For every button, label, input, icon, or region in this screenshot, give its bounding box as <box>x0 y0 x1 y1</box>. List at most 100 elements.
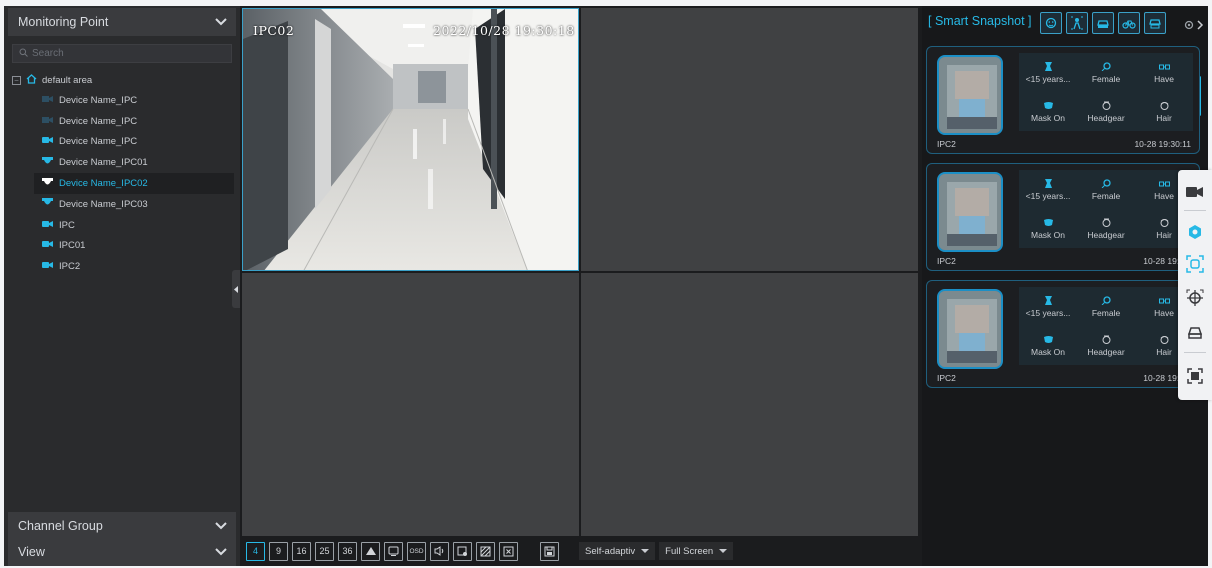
face-attributes: <15 years... Female Have Mask On Headgea… <box>1019 287 1193 365</box>
tree-item-device[interactable]: Device Name_IPC03 <box>12 194 236 215</box>
device-label: Device Name_IPC03 <box>59 198 148 210</box>
close-box-icon <box>503 546 514 556</box>
stream-mode-dropdown[interactable]: Self-adaptiv <box>579 542 656 560</box>
headgear-value: Headgear <box>1087 112 1125 123</box>
age-icon <box>1044 295 1052 305</box>
attr-gender: Female <box>1077 53 1135 92</box>
hair-value: Hair <box>1156 346 1172 357</box>
save-view-button[interactable] <box>540 541 559 561</box>
vehicle-dock-button[interactable] <box>1183 320 1207 344</box>
collapse-left-panel-button[interactable] <box>232 270 240 308</box>
glasses-value: Have <box>1154 307 1174 318</box>
attr-glasses: Have <box>1135 53 1193 92</box>
camera-icon <box>42 240 53 251</box>
face-icon <box>1045 17 1057 29</box>
chevron-down-icon <box>214 519 228 533</box>
custom-layout-button[interactable] <box>361 541 380 561</box>
camera-name-osd: IPC02 <box>253 23 295 38</box>
collapse-icon[interactable]: − <box>12 75 21 85</box>
tree-root-area[interactable]: − default area <box>12 70 236 90</box>
tree-item-device[interactable]: Device Name_IPC <box>12 90 236 111</box>
image-adjust-button[interactable] <box>476 541 495 561</box>
headgear-value: Headgear <box>1087 346 1125 357</box>
tree-item-device[interactable]: IPC2 <box>12 256 236 277</box>
age-icon <box>1044 178 1052 188</box>
view-header[interactable]: View <box>8 538 236 566</box>
close-all-button[interactable] <box>499 541 518 561</box>
face-filter-button[interactable] <box>1040 12 1062 34</box>
tree-item-device[interactable]: IPC01 <box>12 236 236 257</box>
smart-dock-button[interactable] <box>1183 220 1207 244</box>
corridor-video-frame <box>243 9 578 270</box>
layout-25-button[interactable]: 25 <box>315 541 334 561</box>
attr-age: <15 years... <box>1019 170 1077 209</box>
dock-separator <box>1184 210 1206 211</box>
layout-36-button[interactable]: 36 <box>338 541 357 561</box>
attr-headgear: Headgear <box>1077 326 1135 365</box>
face-frame-icon <box>1186 255 1204 273</box>
channel-group-label: Channel Group <box>18 519 103 533</box>
dome-camera-icon <box>42 156 53 169</box>
tree-item-device[interactable]: Device Name_IPC <box>12 132 236 153</box>
tree-item-device[interactable]: Device Name_IPC01 <box>12 152 236 173</box>
plate-filter-button[interactable] <box>1144 12 1166 34</box>
device-label: IPC2 <box>59 261 81 273</box>
tree-item-device[interactable]: Device Name_IPC <box>12 111 236 132</box>
snapshot-card[interactable]: <15 years... Female Have Mask On Headgea… <box>926 163 1200 271</box>
tree-item-device-selected[interactable]: Device Name_IPC02 <box>34 173 234 194</box>
left-panel: Monitoring Point − default area Device N… <box>4 6 240 566</box>
gender-icon <box>1101 295 1111 305</box>
headgear-icon <box>1102 101 1110 110</box>
osd-button[interactable]: OSD <box>407 541 426 561</box>
layout-16-button[interactable]: 16 <box>292 541 311 561</box>
video-cell-empty[interactable] <box>581 273 918 536</box>
layout-4-button[interactable]: 4 <box>246 541 265 561</box>
body-filter-button[interactable] <box>1066 12 1088 34</box>
face-snapshot-dock-button[interactable] <box>1183 252 1207 276</box>
device-tree: − default area Device Name_IPC Device Na… <box>12 70 236 277</box>
audio-button[interactable] <box>430 541 449 561</box>
video-cell-empty[interactable] <box>242 273 579 536</box>
gender-value: Female <box>1091 307 1121 318</box>
caret-down-icon <box>719 549 728 553</box>
search-box[interactable] <box>12 44 232 63</box>
target-dock-button[interactable] <box>1183 286 1207 310</box>
snapshot-time: 10-28 19:30:11 <box>1134 139 1191 149</box>
smart-snapshot-title: [ Smart Snapshot ] <box>928 14 1032 28</box>
snapshot-card[interactable]: <15 years... Female Have Mask On Headgea… <box>926 280 1200 388</box>
channel-group-header[interactable]: Channel Group <box>8 512 236 540</box>
caret-down-icon <box>641 549 650 553</box>
mask-icon <box>1043 218 1053 226</box>
gender-value: Female <box>1091 190 1121 201</box>
timestamp-osd: 2022/10/28 19:30:18 <box>433 23 575 38</box>
fullscreen-dock-button[interactable] <box>1183 364 1207 388</box>
image-icon <box>480 546 491 556</box>
camera-offline-icon <box>42 116 53 127</box>
face-thumbnail <box>937 55 1003 135</box>
bike-filter-button[interactable] <box>1118 12 1140 34</box>
settings-button[interactable] <box>1184 18 1204 36</box>
video-cell-active[interactable]: IPC02 2022/10/28 19:30:18 <box>242 8 579 271</box>
root-area-label: default area <box>42 74 93 86</box>
search-input[interactable] <box>32 48 222 59</box>
screen-mode-dropdown[interactable]: Full Screen <box>659 542 734 560</box>
video-dock-button[interactable] <box>1183 180 1207 204</box>
bottom-toolbar: 4 9 16 25 36 OSD Self-adaptiv Full Scree… <box>242 536 918 566</box>
tree-item-device[interactable]: IPC <box>12 215 236 236</box>
video-cell-empty[interactable] <box>581 8 918 271</box>
person-icon <box>1071 16 1083 30</box>
layout-9-button[interactable]: 9 <box>269 541 288 561</box>
stream-mode-value: Self-adaptiv <box>585 545 636 557</box>
face-attributes: <15 years... Female Have Mask On Headgea… <box>1019 170 1193 248</box>
vehicle-filter-button[interactable] <box>1092 12 1114 34</box>
single-screen-button[interactable] <box>384 541 403 561</box>
snapshot-button[interactable] <box>453 541 472 561</box>
plate-icon <box>1149 19 1161 29</box>
device-label: Device Name_IPC <box>59 94 138 106</box>
age-icon <box>1044 61 1052 71</box>
attr-mask: Mask On <box>1019 92 1077 131</box>
gender-value: Female <box>1091 73 1121 84</box>
monitoring-point-header[interactable]: Monitoring Point <box>8 8 236 36</box>
snapshot-card[interactable]: <15 years... Female Have Mask On Headgea… <box>926 46 1200 154</box>
mask-icon <box>1043 101 1053 109</box>
